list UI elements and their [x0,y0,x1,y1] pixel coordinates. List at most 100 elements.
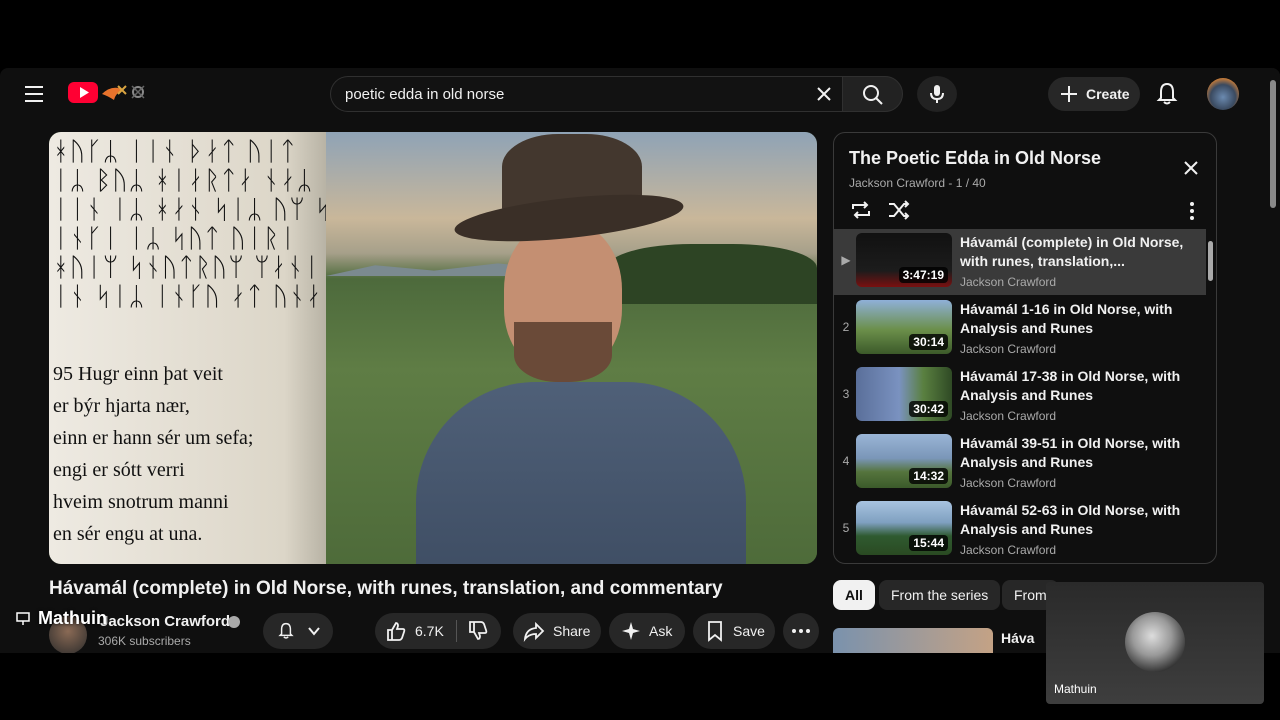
save-button[interactable]: Save [693,613,775,649]
verse-line: hveim snotrum manni [53,491,229,513]
sparkle-icon [622,622,640,640]
dislike-icon[interactable] [467,620,489,642]
more-vertical-icon[interactable] [1182,199,1202,223]
close-icon[interactable] [1178,155,1204,181]
bookmark-icon [708,621,722,642]
video-thumbnail[interactable]: 14:32 [856,434,952,488]
page-scrollbar[interactable] [1266,68,1280,653]
playlist-scrollbar[interactable] [1206,229,1216,559]
like-dislike-group: 6.7K [375,613,501,649]
masthead: Create [0,68,1266,120]
playlist-item[interactable]: 4 14:32 Hávamál 39-51 in Old Norse, with… [834,430,1206,496]
playlist-item-channel: Jackson Crawford [960,543,1057,557]
playlist-item-channel: Jackson Crawford [960,409,1057,423]
search-icon [863,85,883,105]
loop-icon[interactable] [848,197,874,223]
share-icon [523,621,545,642]
presenter-shirt [416,382,746,564]
video-thumbnail[interactable]: 30:42 [856,367,952,421]
create-label: Create [1086,86,1130,102]
share-label: Share [553,623,591,639]
ask-button[interactable]: Ask [609,613,685,649]
notification-button[interactable] [263,613,333,649]
playlist-item-title[interactable]: Hávamál (complete) in Old Norse, with ru… [960,233,1190,271]
runic-text: ᚼᚢᚴᛦ ᛁᛁᚾ ᚦᛅᛏ ᚢᛁᛏ ᛁᛦ ᛒᚢᛦ ᚼᛁᛅᚱᛏᛅ ᚾᛅᛦ ᛁᛁᚾ ᛁ… [53,137,381,312]
duration-badge: 15:44 [909,535,948,551]
like-icon[interactable] [385,620,407,642]
chip-from-the-series[interactable]: From the series [879,580,1001,610]
verse-line: einn er hann sér um sefa; [53,427,254,449]
youtube-logo[interactable] [68,80,158,106]
search-bar [330,76,903,112]
recommended-thumbnail[interactable] [833,628,993,653]
duration-badge: 14:32 [909,468,948,484]
video-player[interactable]: ᚼᚢᚴᛦ ᛁᛁᚾ ᚦᛅᛏ ᚢᛁᛏ ᛁᛦ ᛒᚢᛦ ᚼᛁᛅᚱᛏᛅ ᚾᛅᛦ ᛁᛁᚾ ᛁ… [49,132,817,564]
search-input[interactable] [345,77,805,111]
menu-icon[interactable] [20,80,48,108]
playlist-item-title[interactable]: Hávamál 52-63 in Old Norse, with Analysi… [960,501,1190,539]
shuffle-icon[interactable] [886,197,912,223]
playlist-item-channel: Jackson Crawford [960,275,1057,289]
playlist-index: 5 [842,521,850,535]
playlist-index: 2 [842,320,850,334]
verse-line: er býr hjarta nær, [53,395,190,417]
playlist-item-title[interactable]: Hávamál 17-38 in Old Norse, with Analysi… [960,367,1190,405]
bell-icon [278,622,294,639]
call-participant-tile[interactable]: Mathuin [1046,582,1264,704]
channel-name[interactable]: Jackson Crawford [100,613,230,630]
duration-badge: 30:42 [909,401,948,417]
scrollbar-thumb[interactable] [1208,241,1213,281]
save-label: Save [733,623,765,639]
playlist-items: ▶ 3:47:19 Hávamál (complete) in Old Nors… [834,229,1206,563]
chip-all[interactable]: All [833,580,875,610]
verse-line: 95 Hugr einn þat veit [53,363,223,385]
video-title: Hávamál (complete) in Old Norse, with ru… [49,578,723,599]
verse-line: en sér engu at una. [53,523,203,545]
cast-name: Mathuin [38,608,107,628]
playlist-item[interactable]: ▶ 3:47:19 Hávamál (complete) in Old Nors… [834,229,1206,295]
trees [607,244,817,304]
playlist-item-channel: Jackson Crawford [960,476,1057,490]
playlist-item[interactable]: 2 30:14 Hávamál 1-16 in Old Norse, with … [834,296,1206,362]
share-button[interactable]: Share [513,613,601,649]
microphone-icon [930,85,944,103]
playlist-title[interactable]: The Poetic Edda in Old Norse [849,148,1101,169]
screen-share-icon [16,611,30,625]
recommended-title[interactable]: Háva [1001,630,1034,646]
duration-badge: 30:14 [909,334,948,350]
playlist-item-title[interactable]: Hávamál 1-16 in Old Norse, with Analysis… [960,300,1190,338]
more-horizontal-icon [792,629,810,633]
create-button[interactable]: Create [1048,77,1140,111]
now-playing-icon: ▶ [841,253,851,267]
participant-avatar [1125,612,1185,672]
playlist-item[interactable]: 3 30:42 Hávamál 17-38 in Old Norse, with… [834,363,1206,429]
more-actions-button[interactable] [783,613,819,649]
duration-badge: 3:47:19 [898,267,948,283]
ask-label: Ask [649,623,673,639]
close-icon[interactable] [812,82,836,106]
plus-icon [1061,86,1077,102]
voice-search-button[interactable] [917,76,957,112]
playlist-panel: The Poetic Edda in Old Norse Jackson Cra… [833,132,1217,564]
playlist-item-title[interactable]: Hávamál 39-51 in Old Norse, with Analysi… [960,434,1190,472]
youtube-window: Create ᚼᚢᚴᛦ ᛁᛁᚾ ᚦᛅᛏ ᚢᛁᛏ ᛁᛦ ᛒᚢᛦ ᚼᛁᛅᚱᛏᛅ ᚾᛅ… [0,68,1280,653]
playlist-item[interactable]: 5 15:44 Hávamál 52-63 in Old Norse, with… [834,497,1206,563]
video-thumbnail[interactable]: 3:47:19 [856,233,952,287]
playlist-subtitle: Jackson Crawford - 1 / 40 [849,176,986,190]
account-avatar[interactable] [1207,78,1239,110]
cast-overlay: Mathuin [16,608,107,629]
text-panel: ᚼᚢᚴᛦ ᛁᛁᚾ ᚦᛅᛏ ᚢᛁᛏ ᛁᛦ ᛒᚢᛦ ᚼᛁᛅᚱᛏᛅ ᚾᛅᛦ ᛁᛁᚾ ᛁ… [49,132,381,564]
verse-text: 95 Hugr einn þat veit er býr hjarta nær,… [53,358,321,550]
chevron-down-icon [308,627,320,636]
search-button[interactable] [842,76,903,112]
video-scene [326,132,817,564]
video-thumbnail[interactable]: 15:44 [856,501,952,555]
scrollbar-thumb[interactable] [1270,80,1276,208]
participant-name: Mathuin [1054,682,1097,696]
like-count[interactable]: 6.7K [415,623,444,639]
presenter-beard [514,322,612,382]
video-thumbnail[interactable]: 30:14 [856,300,952,354]
bell-icon[interactable] [1152,79,1182,109]
playlist-index: 4 [842,454,850,468]
subscriber-count: 306K subscribers [98,634,191,648]
